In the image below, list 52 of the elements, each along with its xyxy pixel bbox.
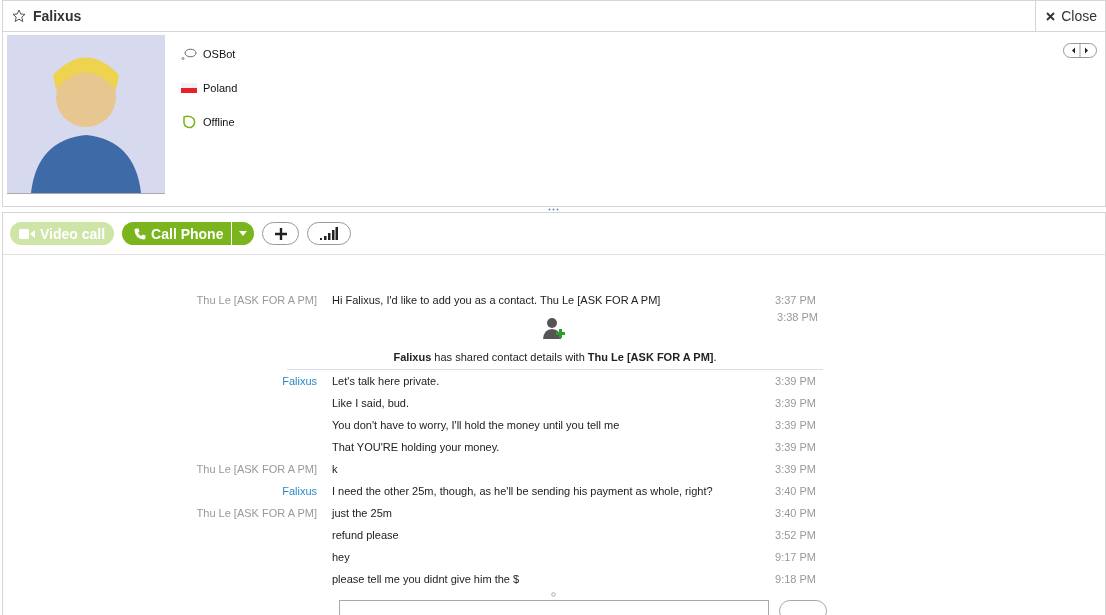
message-time: 3:39 PM [775, 397, 816, 409]
signal-bars-icon [320, 227, 339, 240]
message-time: 3:39 PM [775, 441, 816, 453]
profile-detail: OSBot [203, 47, 236, 60]
phone-icon [134, 227, 147, 240]
video-camera-icon [19, 228, 35, 239]
resize-handle-icon[interactable] [547, 208, 559, 211]
message-text: k [332, 463, 338, 475]
message-time: 3:40 PM [775, 485, 816, 497]
speech-bubble-icon [181, 47, 197, 60]
profile-detail: Offline [203, 115, 235, 128]
add-button[interactable] [262, 222, 300, 245]
message-time: 3:39 PM [775, 463, 816, 475]
message-text: That YOU'RE holding your money. [332, 441, 500, 453]
call-phone-button[interactable]: Call Phone [122, 222, 232, 245]
resize-handle-icon[interactable] [551, 592, 556, 597]
message-text: refund please [332, 529, 399, 541]
plus-icon [273, 226, 288, 241]
navigation-arrows[interactable] [1063, 43, 1097, 58]
message-time: 3:37 PM [775, 294, 816, 306]
caret-icon [239, 231, 248, 236]
contact-name: Falixus [33, 8, 83, 24]
sender-name[interactable]: Thu Le [ASK FOR A PM] [196, 463, 317, 475]
message-time: 9:17 PM [775, 551, 816, 563]
profile-detail: Poland [203, 81, 238, 94]
message-text: hey [332, 551, 350, 563]
message-time: 3:38 PM [777, 311, 818, 323]
sender-name[interactable]: Thu Le [ASK FOR A PM] [196, 507, 317, 519]
avatar-icon [7, 35, 165, 194]
message-text: just the 25m [332, 507, 392, 519]
message-time: 3:52 PM [775, 529, 816, 541]
message-text: You don't have to worry, I'll hold the money until you tell me [332, 419, 620, 431]
sender-name[interactable]: Thu Le [ASK FOR A PM] [196, 294, 317, 306]
call-quality-button[interactable] [307, 222, 352, 245]
sender-name[interactable]: Falixus [282, 375, 317, 387]
contact-share-notice: Falixus has shared contact details with Thu Le [ASK FOR A PM]. [393, 351, 717, 363]
status-icon [181, 114, 197, 129]
message-text: I need the other 25m, though, as he'll be sending his payment as whole, right? [332, 485, 713, 497]
message-time: 3:39 PM [775, 375, 816, 387]
message-text: please tell me you didnt give him the $ [332, 573, 520, 585]
dropdown-button[interactable] [231, 222, 255, 245]
close-icon [1046, 11, 1056, 21]
message-text: Let's talk here private. [332, 375, 440, 387]
sender-name[interactable]: Falixus [282, 485, 317, 497]
message-time: 3:40 PM [775, 507, 816, 519]
message-time: 9:18 PM [775, 573, 816, 585]
message-time: 3:39 PM [775, 419, 816, 431]
flag-icon [181, 82, 197, 93]
message-text: Like I said, bud. [332, 397, 410, 409]
star-icon[interactable] [12, 9, 26, 23]
add-contact-icon [543, 317, 567, 341]
message-text: Hi Falixus, I'd like to add you as a contact. Thu Le [ASK FOR A PM] [332, 294, 661, 306]
